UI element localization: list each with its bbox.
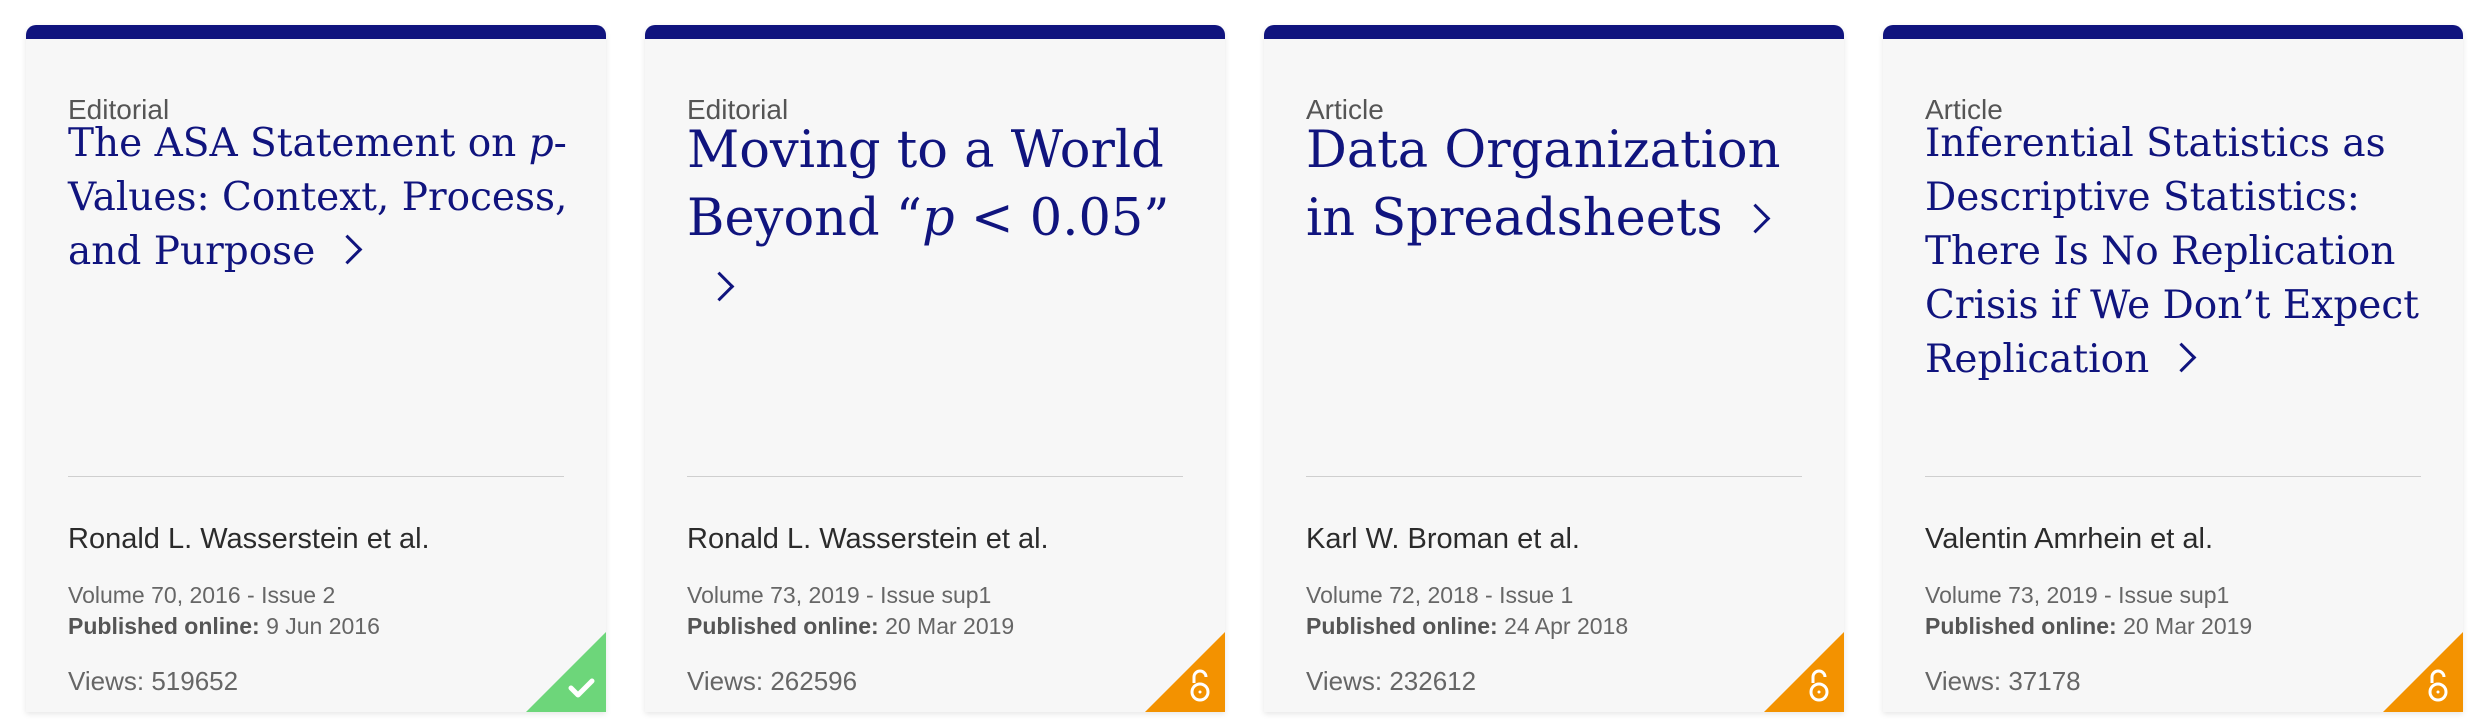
volume-issue: Volume 73, 2019 - Issue sup1 (1925, 582, 2230, 608)
published-label: Published online: (1306, 613, 1498, 639)
article-title-link[interactable]: Data Organization in Spreadsheets (1306, 117, 1816, 253)
chevron-right-icon (1740, 203, 1770, 234)
published-label: Published online: (687, 613, 879, 639)
article-card[interactable]: Article Inferential Statistics as Descri… (1883, 25, 2463, 712)
views-count: Views: 519652 (68, 666, 239, 696)
article-authors: Valentin Amrhein et al. (1925, 523, 2214, 555)
published-online: Published online: 9 Jun 2016 (68, 615, 380, 638)
views-count: Views: 232612 (1306, 666, 1477, 696)
published-label: Published online: (1925, 613, 2117, 639)
published-date: 9 Jun 2016 (266, 613, 380, 639)
open-access-badge (2383, 632, 2463, 712)
article-card[interactable]: Editorial Moving to a World Beyond “p < … (645, 25, 1225, 712)
published-online: Published online: 20 Mar 2019 (687, 615, 1014, 638)
title-text-tail: < 0.05” (954, 189, 1170, 248)
article-card[interactable]: Editorial The ASA Statement on p-Values:… (26, 25, 606, 712)
divider (68, 476, 564, 477)
volume-issue: Volume 73, 2019 - Issue sup1 (687, 582, 992, 608)
article-title-link[interactable]: Inferential Statistics as Descriptive St… (1925, 117, 2435, 387)
views-count: Views: 37178 (1925, 666, 2081, 696)
open-access-badge (1764, 632, 1844, 712)
published-date: 24 Apr 2018 (1504, 613, 1629, 639)
article-authors: Ronald L. Wasserstein et al. (68, 523, 430, 555)
title-text: Data Organization in Spreadsheets (1306, 121, 1781, 248)
article-card[interactable]: Article Data Organization in Spreadsheet… (1264, 25, 1844, 712)
chevron-right-icon (704, 271, 735, 302)
open-access-badge (1145, 632, 1225, 712)
volume-issue: Volume 70, 2016 - Issue 2 (68, 582, 336, 608)
title-italic-text: p (921, 189, 955, 248)
free-access-badge (526, 632, 606, 712)
published-online: Published online: 24 Apr 2018 (1306, 615, 1628, 638)
article-card-row: Editorial The ASA Statement on p-Values:… (0, 0, 2490, 726)
article-title-link[interactable]: The ASA Statement on p-Values: Context, … (68, 117, 578, 279)
volume-issue: Volume 72, 2018 - Issue 1 (1306, 582, 1574, 608)
title-italic-text: p (528, 121, 554, 166)
published-date: 20 Mar 2019 (2123, 613, 2253, 639)
title-text: Inferential Statistics as Descriptive St… (1925, 121, 2419, 382)
article-title-link[interactable]: Moving to a World Beyond “p < 0.05” (687, 117, 1197, 321)
published-date: 20 Mar 2019 (885, 613, 1015, 639)
article-authors: Karl W. Broman et al. (1306, 523, 1580, 555)
published-online: Published online: 20 Mar 2019 (1925, 615, 2252, 638)
divider (1306, 476, 1802, 477)
divider (1925, 476, 2421, 477)
chevron-right-icon (332, 234, 363, 265)
title-text: The ASA Statement on (68, 121, 529, 166)
views-count: Views: 262596 (687, 666, 858, 696)
published-label: Published online: (68, 613, 260, 639)
divider (687, 476, 1183, 477)
chevron-right-icon (2166, 342, 2197, 373)
article-authors: Ronald L. Wasserstein et al. (687, 523, 1049, 555)
